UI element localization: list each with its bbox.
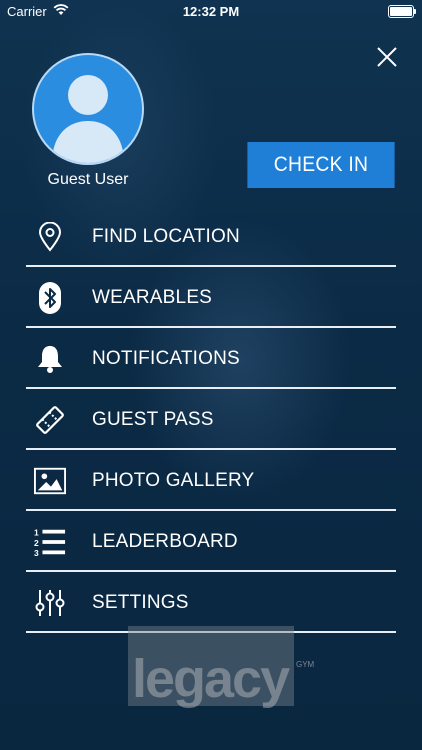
person-icon [52,75,124,163]
svg-text:1: 1 [34,527,39,537]
legacy-gym-logo: legacy GYM [128,626,315,709]
logo-wordmark: legacy [132,649,290,709]
location-pin-icon [34,222,66,252]
menu-item-photo-gallery[interactable]: PHOTO GALLERY [26,450,396,511]
menu-item-settings[interactable]: SETTINGS [26,572,396,633]
menu-item-guest-pass[interactable]: GUEST PASS [26,389,396,450]
logo-suffix: GYM [296,660,315,669]
menu-item-label: FIND LOCATION [92,226,240,247]
bell-icon [34,344,66,374]
menu-item-label: NOTIFICATIONS [92,348,240,369]
bluetooth-icon [34,282,66,314]
check-in-button[interactable]: CHECK IN [247,142,395,188]
menu-item-wearables[interactable]: WEARABLES [26,267,396,328]
avatar[interactable] [32,53,144,165]
status-bar: Carrier 12:32 PM [0,0,422,22]
menu-item-label: GUEST PASS [92,409,214,430]
svg-text:3: 3 [34,548,39,558]
svg-text:2: 2 [34,538,39,548]
numbered-list-icon: 1 2 3 [34,527,66,558]
menu-item-label: PHOTO GALLERY [92,470,255,491]
sliders-icon [34,588,66,618]
side-menu: FIND LOCATION WEARABLES NOTIFICATIONS GU… [26,206,396,633]
menu-item-label: SETTINGS [92,592,189,613]
menu-item-notifications[interactable]: NOTIFICATIONS [26,328,396,389]
clock: 12:32 PM [182,4,240,19]
menu-item-find-location[interactable]: FIND LOCATION [26,206,396,267]
menu-item-label: WEARABLES [92,287,213,308]
profile-name: Guest User [47,171,129,188]
menu-item-leaderboard[interactable]: 1 2 3 LEADERBOARD [26,511,396,572]
menu-item-label: LEADERBOARD [92,531,238,552]
ticket-icon [34,405,66,435]
battery-icon [388,5,416,18]
image-icon [34,466,66,496]
close-icon[interactable] [375,45,399,69]
